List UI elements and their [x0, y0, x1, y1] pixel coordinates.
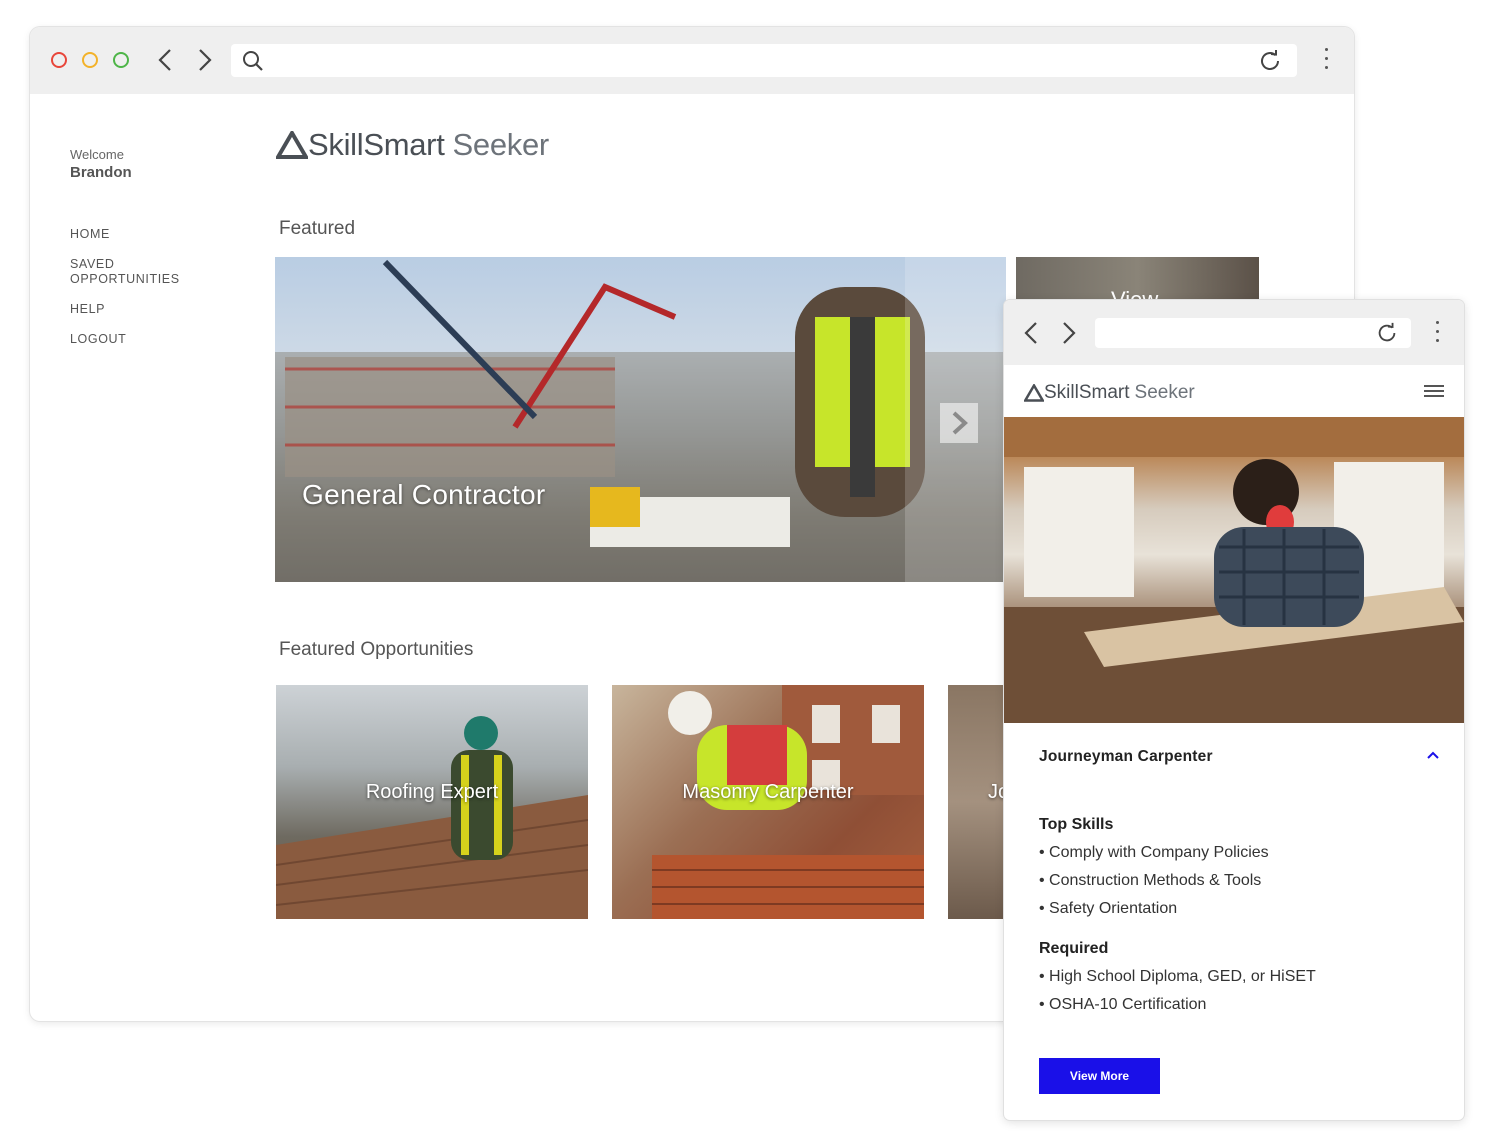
mobile-browser-window: SkillSmart Seeker Journeyman Carpenter T… — [1004, 300, 1464, 1120]
featured-heading: Featured — [279, 218, 356, 239]
forward-arrow-icon[interactable] — [1056, 320, 1080, 346]
opportunity-card-partial[interactable]: Jo — [948, 685, 1008, 919]
mobile-address-bar[interactable] — [1095, 318, 1411, 348]
carpenter-photo — [1004, 417, 1464, 723]
more-menu-icon[interactable] — [1323, 48, 1329, 72]
list-item: • Construction Methods & Tools — [1039, 872, 1262, 889]
hamburger-menu-icon[interactable] — [1424, 385, 1444, 399]
opportunity-card-roofing-expert[interactable]: Roofing Expert — [276, 685, 588, 919]
maximize-window-button[interactable] — [113, 52, 129, 68]
construction-site-photo — [275, 257, 1006, 582]
more-menu-icon[interactable] — [1434, 321, 1440, 345]
triangle-logo-icon — [276, 131, 308, 159]
triangle-logo-icon — [1024, 384, 1044, 402]
top-skills-heading: Top Skills — [1039, 816, 1114, 833]
brand-name-secondary: Seeker — [452, 127, 550, 162]
featured-opportunities-heading: Featured Opportunities — [279, 639, 474, 660]
featured-carousel-slide[interactable]: General Contractor — [275, 257, 1006, 582]
opportunity-card-masonry-carpenter[interactable]: Masonry Carpenter — [612, 685, 924, 919]
view-more-button[interactable]: View More — [1039, 1058, 1160, 1094]
minimize-window-button[interactable] — [82, 52, 98, 68]
list-item: • Comply with Company Policies — [1039, 844, 1269, 861]
required-list: • High School Diploma, GED, or HiSET • O… — [1039, 963, 1316, 1019]
top-skills-list: • Comply with Company Policies • Constru… — [1039, 839, 1269, 923]
list-item: • OSHA-10 Certification — [1039, 996, 1207, 1013]
browser-toolbar — [30, 27, 1354, 94]
close-window-button[interactable] — [51, 52, 67, 68]
required-heading: Required — [1039, 940, 1109, 957]
card-title: Roofing Expert — [365, 781, 499, 803]
brand-logo[interactable]: SkillSmart Seeker — [276, 127, 549, 163]
card-title: Masonry Carpenter — [682, 781, 854, 803]
user-name: Brandon — [70, 164, 132, 181]
brand-name-primary: SkillSmart — [308, 127, 445, 162]
back-arrow-icon[interactable] — [154, 47, 178, 73]
reload-icon[interactable] — [1375, 321, 1399, 345]
address-bar[interactable] — [231, 44, 1297, 77]
sidebar-item-logout[interactable]: LOGOUT — [70, 332, 200, 347]
hero-title: General Contractor — [302, 479, 546, 510]
sidebar-item-home[interactable]: HOME — [70, 227, 200, 242]
search-icon — [241, 49, 265, 73]
list-item: • Safety Orientation — [1039, 900, 1178, 917]
brand-name-primary: SkillSmart — [1044, 382, 1130, 403]
back-arrow-icon[interactable] — [1020, 320, 1044, 346]
sidebar-item-help[interactable]: HELP — [70, 302, 200, 317]
job-title: Journeyman Carpenter — [1039, 748, 1213, 765]
mobile-browser-toolbar — [1004, 300, 1464, 365]
chevron-up-icon[interactable] — [1425, 748, 1441, 762]
forward-arrow-icon[interactable] — [192, 47, 216, 73]
reload-icon[interactable] — [1257, 48, 1283, 74]
list-item: • High School Diploma, GED, or HiSET — [1039, 968, 1316, 985]
carpenter-illustration — [1004, 417, 1464, 723]
mobile-brand-logo[interactable]: SkillSmart Seeker — [1024, 382, 1195, 404]
sidebar-menu: HOME SAVED OPPORTUNITIES HELP LOGOUT — [70, 227, 200, 362]
brand-name-secondary: Seeker — [1134, 382, 1195, 403]
welcome-label: Welcome — [70, 147, 124, 162]
carousel-next-button[interactable] — [940, 403, 978, 443]
welcome-block: Welcome Brandon — [70, 147, 132, 181]
sidebar-item-saved-opportunities[interactable]: SAVED OPPORTUNITIES — [70, 257, 200, 287]
